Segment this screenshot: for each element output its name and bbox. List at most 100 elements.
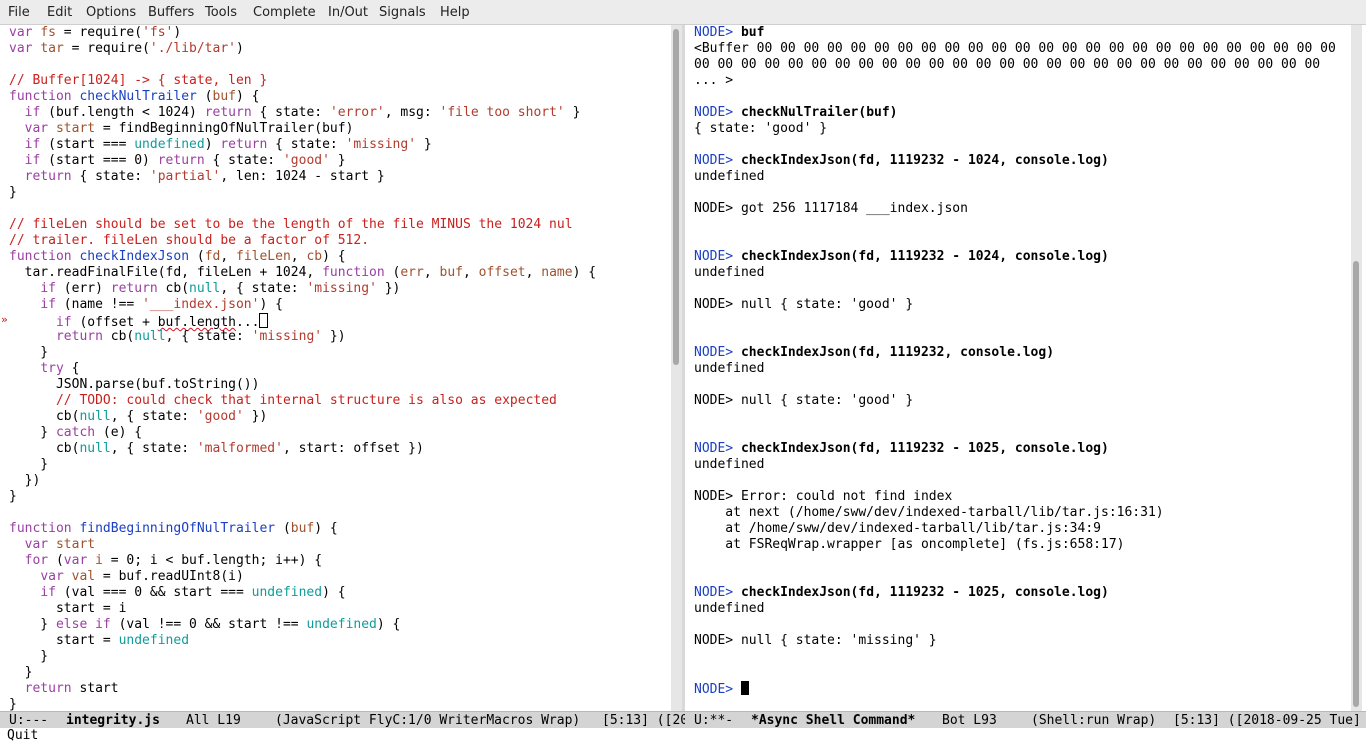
menu-signals[interactable]: Signals [379,5,426,20]
code-token: cb( [102,329,135,344]
code-token: = require( [63,41,150,56]
code-token: 'file too short' [439,105,565,120]
code-token: 'good' [196,409,244,424]
menu-help[interactable]: Help [440,5,470,20]
shell-window-async-shell-command[interactable]: NODE> buf <Buffer 00 00 00 00 00 00 00 00… [685,25,1341,711]
menu-file[interactable]: File [8,5,30,20]
shell-line: undefined [694,457,1341,473]
code-token: var [9,25,33,40]
code-token: return [157,153,205,168]
modeline-buffer-name[interactable]: integrity.js [66,712,160,728]
code-token: checkIndexJson(fd, 1119232 - 1024, conso… [740,153,1109,168]
code-token: at next (/home/sww/dev/indexed-tarball/l… [694,505,1164,520]
shell-line: NODE> checkIndexJson(fd, 1119232 - 1024,… [694,249,1341,265]
shell-line: NODE> null { state: 'good' } [694,297,1341,313]
code-token: null [134,329,166,344]
code-token: ( [384,265,401,280]
code-token: NODE> Error: could not find index [694,489,953,504]
shell-output-text[interactable]: NODE> buf <Buffer 00 00 00 00 00 00 00 00… [694,25,1341,697]
editor-window-integrity-js[interactable]: var fs = require('fs') var tar = require(… [0,25,668,711]
code-token: function [9,89,72,104]
code-token: ) { [572,265,597,280]
code-token: fs [40,25,56,40]
code-token: undefined [694,169,765,184]
menu-complete[interactable]: Complete [253,5,316,20]
left-scrollbar[interactable] [671,25,682,711]
code-token: 'missing' [251,329,323,344]
code-token: (start === 0) [40,153,158,168]
code-token: fd [204,249,221,264]
shell-line: 00 00 00 00 00 00 00 00 00 00 00 00 00 0… [694,57,1341,73]
code-token: { state: [251,105,330,120]
code-line: } [9,345,596,361]
code-token: } [9,617,56,632]
code-line: // fileLen should be set to be the lengt… [9,217,596,233]
modeline-modes[interactable]: (Shell:run Wrap) [1031,712,1156,728]
menu-buffers[interactable]: Buffers [148,5,194,20]
code-line: } else if (val !== 0 && start !== undefi… [9,617,596,633]
menu-tools[interactable]: Tools [205,5,237,20]
code-token: ) [235,41,244,56]
code-editor-text[interactable]: var fs = require('fs') var tar = require(… [9,25,596,711]
menu-edit[interactable]: Edit [47,5,72,20]
code-line: if (val === 0 && start === undefined) { [9,585,596,601]
code-token: (val !== 0 && start !== [110,617,307,632]
code-token: start [55,121,96,136]
code-line: cb(null, { state: 'good' }) [9,409,596,425]
code-token: , { state: [110,409,197,424]
shell-prompt: NODE> [694,25,734,40]
code-line: function checkIndexJson (fd, fileLen, cb… [9,249,596,265]
shell-line: undefined [694,265,1341,281]
code-line: cb(null, { state: 'malformed', start: of… [9,441,596,457]
code-line: } catch (e) { [9,425,596,441]
shell-prompt: NODE> [694,105,734,120]
code-token: val [71,569,96,584]
code-token: if [55,315,72,330]
code-token: 'error' [329,105,385,120]
code-token: if [24,137,41,152]
code-token: 'good' [282,153,330,168]
code-token: } [9,697,17,711]
code-token: undefined [134,137,205,152]
code-token: } [9,345,49,360]
shell-prompt: NODE> [694,682,734,697]
modeline-buffer-name[interactable]: *Async Shell Command* [751,712,915,728]
right-scrollbar[interactable] [1351,25,1362,711]
code-token: return [110,281,158,296]
code-token: , { state: [220,281,307,296]
code-token: buf [439,265,463,280]
code-token: try [40,361,64,376]
shell-line: <Buffer 00 00 00 00 00 00 00 00 00 00 00… [694,41,1341,57]
code-token: ( [196,89,213,104]
left-scrollbar-thumb[interactable] [673,29,679,365]
right-scrollbar-thumb[interactable] [1353,261,1359,707]
code-token: (err) [55,281,111,296]
modeline-modes[interactable]: (JavaScript FlyC:1/0 WriterMacros Wrap) [275,712,580,728]
code-token: undefined [694,265,765,280]
menu-options[interactable]: Options [86,5,136,20]
code-token: = buf.readUInt8(i) [95,569,244,584]
code-line: if (start === 0) return { state: 'good' … [9,153,596,169]
code-token: NODE> null { state: 'missing' } [694,633,937,648]
code-line: try { [9,361,596,377]
code-token: , [525,265,542,280]
code-line: return { state: 'partial', len: 1024 - s… [9,169,596,185]
code-token: else if [55,617,111,632]
shell-line: ... > [694,73,1341,89]
code-token: } [9,489,17,504]
shell-line: NODE> got 256 1117184 ___index.json [694,201,1341,217]
shell-prompt: NODE> [694,585,734,600]
code-token: if [40,281,56,296]
shell-line: NODE> checkIndexJson(fd, 1119232 - 1024,… [694,153,1341,169]
menu-in-out[interactable]: In/Out [328,5,368,20]
code-token: 'missing' [306,281,377,296]
